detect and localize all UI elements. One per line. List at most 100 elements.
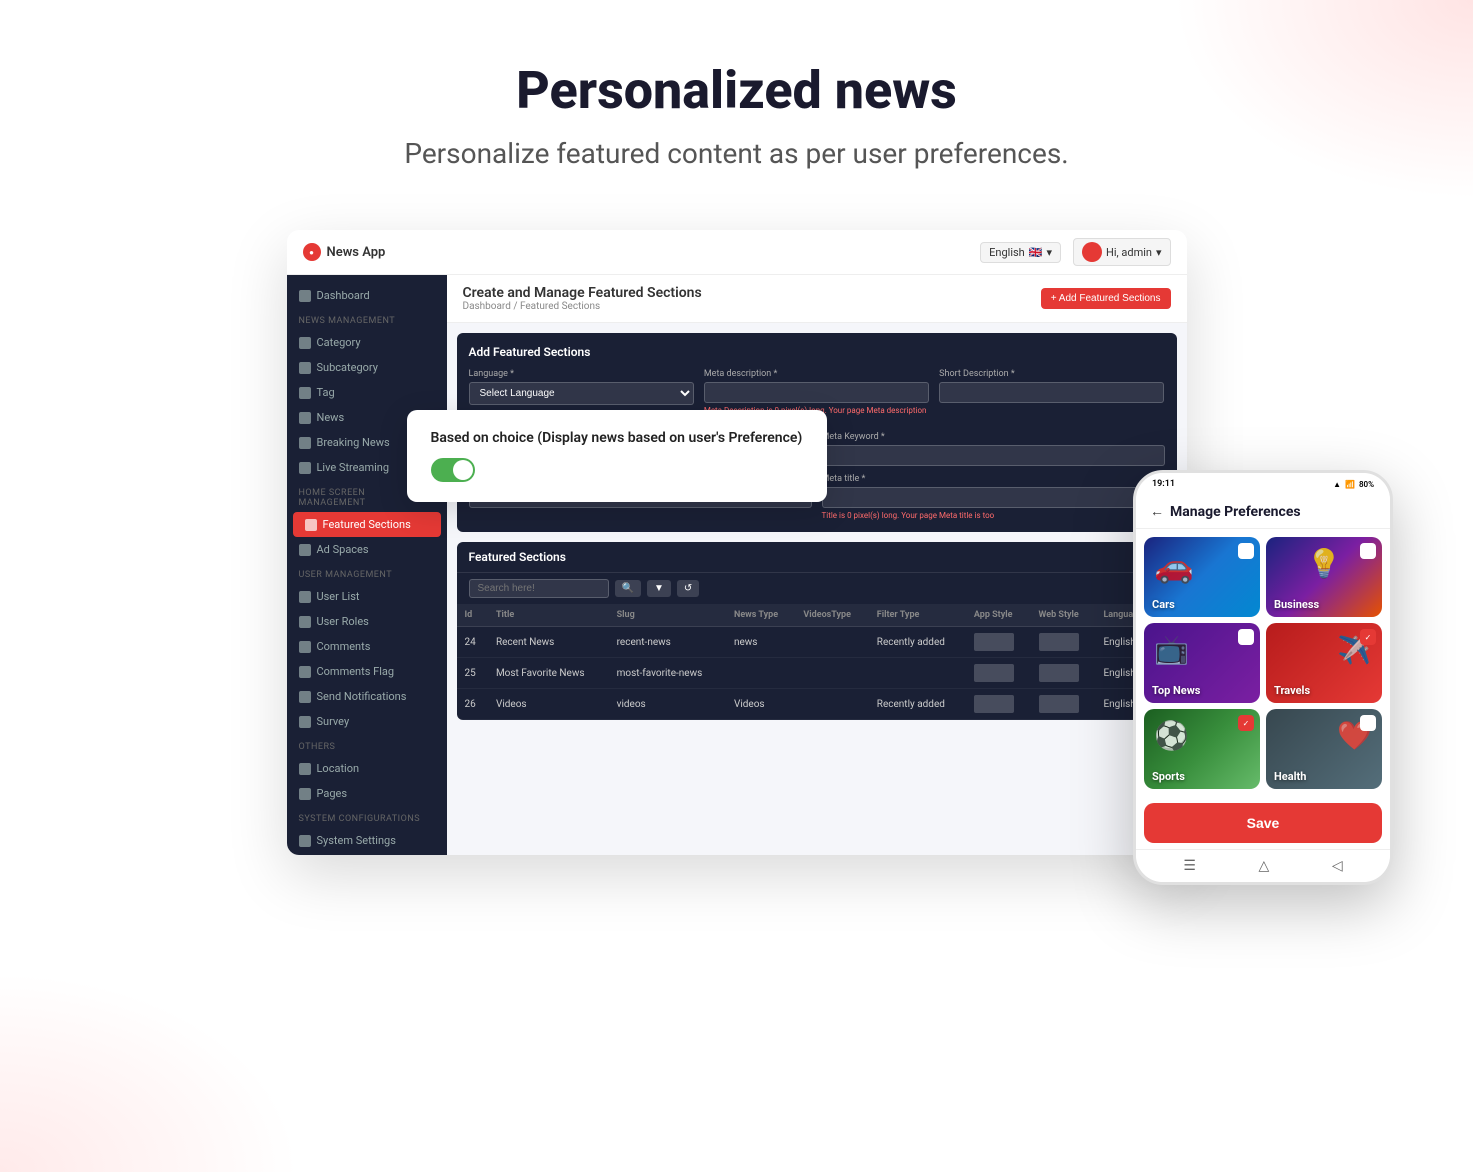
table-section: Featured Sections 🔍 ▼ ↺ Id Title [457,542,1177,720]
sidebar-item-tag[interactable]: Tag [287,380,447,405]
cell-app-style [966,689,1031,720]
sidebar-item-location[interactable]: Location [287,756,447,781]
phone-time: 19:11 [1152,479,1175,489]
sidebar-item-pages[interactable]: Pages [287,781,447,806]
sidebar-item-survey[interactable]: Survey [287,709,447,734]
cell-filter-type: Recently added [869,689,966,720]
subcategory-icon [299,362,311,374]
app-name: News App [327,245,386,260]
cell-web-style [1031,689,1096,720]
logo-icon [303,243,321,261]
back-arrow-icon[interactable]: ← [1150,503,1164,520]
pref-card-travels[interactable]: ✓ Travels [1266,623,1382,703]
table-row: 24 Recent News recent-news news Recently… [457,627,1177,658]
preference-toggle[interactable] [447,458,475,482]
language-selector[interactable]: English 🇬🇧 ▾ [980,242,1061,263]
user-menu[interactable]: Hi, admin ▾ [1073,238,1171,266]
meta-keyword-input[interactable] [822,445,1165,466]
pages-icon [299,788,311,800]
filter-button[interactable]: ▼ [647,580,671,597]
dashboard-screenshot: News App English 🇬🇧 ▾ Hi, admin ▾ [287,230,1187,855]
breadcrumb: Dashboard / Featured Sections [463,301,702,312]
news-icon [299,412,311,424]
phone-bottom-nav: ☰ △ ◁ [1136,849,1390,882]
cell-news-type [726,658,795,689]
pref-card-top-news[interactable]: Top News [1144,623,1260,703]
sidebar-item-comments-flag[interactable]: Comments Flag [287,659,447,684]
sidebar-section-news-management: News Management [287,308,447,330]
table-search-input[interactable] [469,579,609,598]
save-button[interactable]: Save [1144,803,1382,843]
sidebar-section-others: Others [287,734,447,756]
language-select[interactable]: Select Language [469,382,694,405]
phone-screen-title: Manage Preferences [1170,504,1301,520]
pref-card-sports[interactable]: ✓ Sports [1144,709,1260,789]
battery-label: 80% [1359,480,1374,489]
short-description-label: Short Description * [939,369,1164,379]
meta-description-input[interactable] [704,382,929,403]
meta-title-group: Meta title * Title is 0 pixel(s) long. Y… [822,474,1165,520]
phone-status-bar: 19:11 ▲ 📶 80% [1136,473,1390,495]
menu-icon[interactable]: ☰ [1183,858,1196,874]
pref-card-business[interactable]: Business [1266,537,1382,617]
table-header-row: Id Title Slug News Type VideosType Filte… [457,604,1177,627]
short-description-group: Short Description * [939,369,1164,424]
short-description-input[interactable] [939,382,1164,403]
cell-videos-type [795,627,868,658]
location-icon [299,763,311,775]
topnews-checkbox[interactable] [1238,629,1254,645]
refresh-button[interactable]: ↺ [677,580,699,597]
back-nav-icon[interactable]: ◁ [1332,858,1343,874]
bg-decoration-bottom [0,972,300,1172]
sidebar-item-system-settings[interactable]: System Settings [287,828,447,853]
business-checkbox[interactable] [1360,543,1376,559]
sidebar-item-comments[interactable]: Comments [287,634,447,659]
sidebar-item-dashboard[interactable]: Dashboard [287,283,447,308]
health-label: Health [1274,770,1306,783]
category-icon [299,337,311,349]
col-title: Title [488,604,609,627]
pref-card-health[interactable]: Health [1266,709,1382,789]
health-checkbox[interactable] [1360,715,1376,731]
cell-id: 24 [457,627,488,658]
preference-popup: Based on choice (Display news based on u… [447,410,827,502]
sidebar-item-category[interactable]: Category [287,330,447,355]
topbar-right: English 🇬🇧 ▾ Hi, admin ▾ [980,238,1170,266]
cell-videos-type [795,689,868,720]
wifi-icon: 📶 [1345,480,1355,489]
add-featured-section-button[interactable]: + Add Featured Sections [1041,288,1171,309]
travels-checkbox[interactable]: ✓ [1360,629,1376,645]
user-label: Hi, admin [1106,246,1152,259]
popup-text: Based on choice (Display news based on u… [447,430,803,446]
app-logo: News App [303,243,386,261]
col-filter-type: Filter Type [869,604,966,627]
sidebar-item-user-list[interactable]: User List [287,584,447,609]
sidebar-item-subcategory[interactable]: Subcategory [287,355,447,380]
meta-title-input[interactable] [822,487,1165,508]
sidebar-item-user-roles[interactable]: User Roles [287,609,447,634]
pref-card-cars[interactable]: Cars [1144,537,1260,617]
signal-icon: ▲ [1333,480,1341,489]
sidebar-item-database-backup[interactable]: Database Backup [287,853,447,855]
sports-checkbox[interactable]: ✓ [1238,715,1254,731]
sidebar-section-user-management: User Management [287,562,447,584]
cell-title: Most Favorite News [488,658,609,689]
topnews-label: Top News [1152,684,1200,697]
cell-title: Videos [488,689,609,720]
home-icon[interactable]: △ [1259,858,1270,874]
featured-sections-icon [305,519,317,531]
cell-slug: recent-news [609,627,726,658]
cars-checkbox[interactable] [1238,543,1254,559]
cars-label: Cars [1152,598,1175,611]
page-title: Personalized news [20,60,1453,121]
sidebar-item-send-notifications[interactable]: Send Notifications [287,684,447,709]
dashboard-topbar: News App English 🇬🇧 ▾ Hi, admin ▾ [287,230,1187,275]
sidebar-item-ad-spaces[interactable]: Ad Spaces [287,537,447,562]
tag-icon [299,387,311,399]
sidebar: Dashboard News Management Category Subca… [287,275,447,855]
sidebar-item-featured-sections[interactable]: Featured Sections [293,512,441,537]
dashboard-main: Create and Manage Featured Sections Dash… [447,275,1187,855]
user-chevron-icon: ▾ [1156,246,1162,259]
search-button[interactable]: 🔍 [615,580,641,597]
col-videos-type: VideosType [795,604,868,627]
